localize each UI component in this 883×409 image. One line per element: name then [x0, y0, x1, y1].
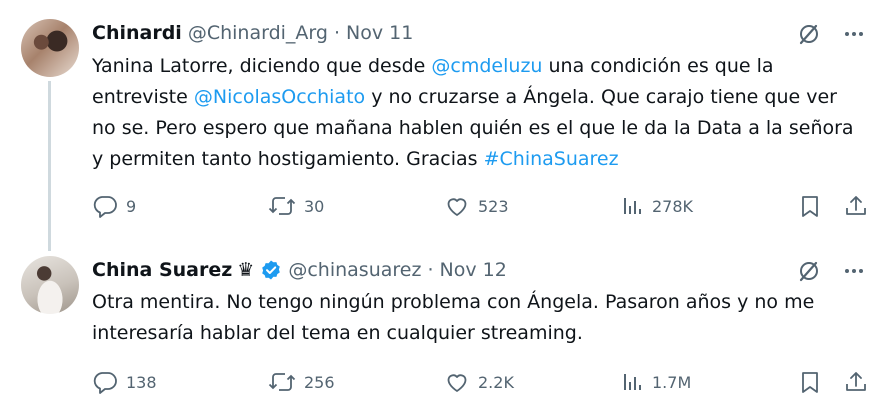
like-button[interactable]: 523 — [444, 193, 509, 219]
views-count: 278K — [652, 196, 694, 216]
text-segment: Yanina Latorre, diciendo que desde — [92, 55, 432, 77]
retweet-icon — [268, 194, 296, 218]
tweet-top-actions — [797, 259, 865, 283]
tweet-header: Chinardi @Chinardi_Arg · Nov 11 — [92, 20, 413, 46]
tweet-text: Yanina Latorre, diciendo que desde @cmde… — [92, 51, 862, 175]
tweet-date[interactable]: Nov 11 — [346, 22, 413, 44]
separator-dot: · — [333, 22, 340, 44]
reply-button[interactable]: 138 — [92, 369, 157, 395]
verified-badge-icon[interactable] — [260, 259, 282, 281]
avatar[interactable] — [21, 19, 79, 77]
more-icon[interactable] — [843, 23, 865, 45]
author-handle[interactable]: @Chinardi_Arg — [188, 22, 328, 44]
share-icon — [844, 370, 868, 394]
tweet-text: Otra mentira. No tengo ningún problema c… — [92, 291, 815, 344]
author-handle[interactable]: @chinasuarez — [288, 259, 421, 281]
like-count: 523 — [478, 196, 509, 216]
bookmark-button[interactable] — [798, 193, 822, 219]
reply-icon — [92, 194, 118, 218]
grok-icon[interactable] — [797, 22, 821, 46]
bookmark-icon — [798, 194, 822, 218]
views-count: 1.7M — [652, 372, 692, 392]
retweet-button[interactable]: 30 — [268, 193, 324, 219]
like-count: 2.2K — [478, 372, 514, 392]
bookmark-button[interactable] — [798, 369, 822, 395]
crown-emoji: ♛ — [237, 259, 255, 281]
retweet-count: 30 — [304, 196, 325, 216]
tweet[interactable]: China Suarez ♛ @chinasuarez · Nov 12 Otr… — [0, 240, 883, 409]
author-name[interactable]: Chinardi — [92, 22, 182, 44]
bookmark-icon — [798, 370, 822, 394]
tweet-actions: 9 30 523 278K — [92, 193, 867, 219]
like-icon — [444, 370, 470, 394]
thread-connector-line — [48, 81, 51, 251]
mention-link[interactable]: @cmdeluzu — [431, 55, 542, 77]
views-button[interactable]: 278K — [622, 193, 693, 219]
mention-link[interactable]: @NicolasOcchiato — [194, 86, 365, 108]
separator-dot: · — [427, 259, 434, 281]
share-button[interactable] — [844, 369, 868, 395]
retweet-count: 256 — [304, 372, 335, 392]
more-icon[interactable] — [843, 260, 865, 282]
reply-count: 9 — [126, 196, 137, 216]
tweet-actions: 138 256 2.2K 1.7M — [92, 369, 867, 395]
share-button[interactable] — [844, 193, 868, 219]
reply-icon — [92, 370, 118, 394]
tweet-top-actions — [797, 22, 865, 46]
author-name[interactable]: China Suarez — [92, 259, 232, 281]
like-button[interactable]: 2.2K — [444, 369, 514, 395]
tweet-header: China Suarez ♛ @chinasuarez · Nov 12 — [92, 257, 507, 283]
avatar[interactable] — [21, 256, 79, 314]
tweet[interactable]: Chinardi @Chinardi_Arg · Nov 11 Yanina L… — [0, 0, 883, 251]
views-icon — [622, 370, 644, 394]
tweet-date[interactable]: Nov 12 — [439, 259, 506, 281]
reply-count: 138 — [126, 372, 157, 392]
retweet-icon — [268, 370, 296, 394]
share-icon — [844, 194, 868, 218]
reply-button[interactable]: 9 — [92, 193, 136, 219]
retweet-button[interactable]: 256 — [268, 369, 335, 395]
hashtag-link[interactable]: #ChinaSuarez — [484, 148, 619, 170]
views-button[interactable]: 1.7M — [622, 369, 691, 395]
grok-icon[interactable] — [797, 259, 821, 283]
views-icon — [622, 194, 644, 218]
like-icon — [444, 194, 470, 218]
